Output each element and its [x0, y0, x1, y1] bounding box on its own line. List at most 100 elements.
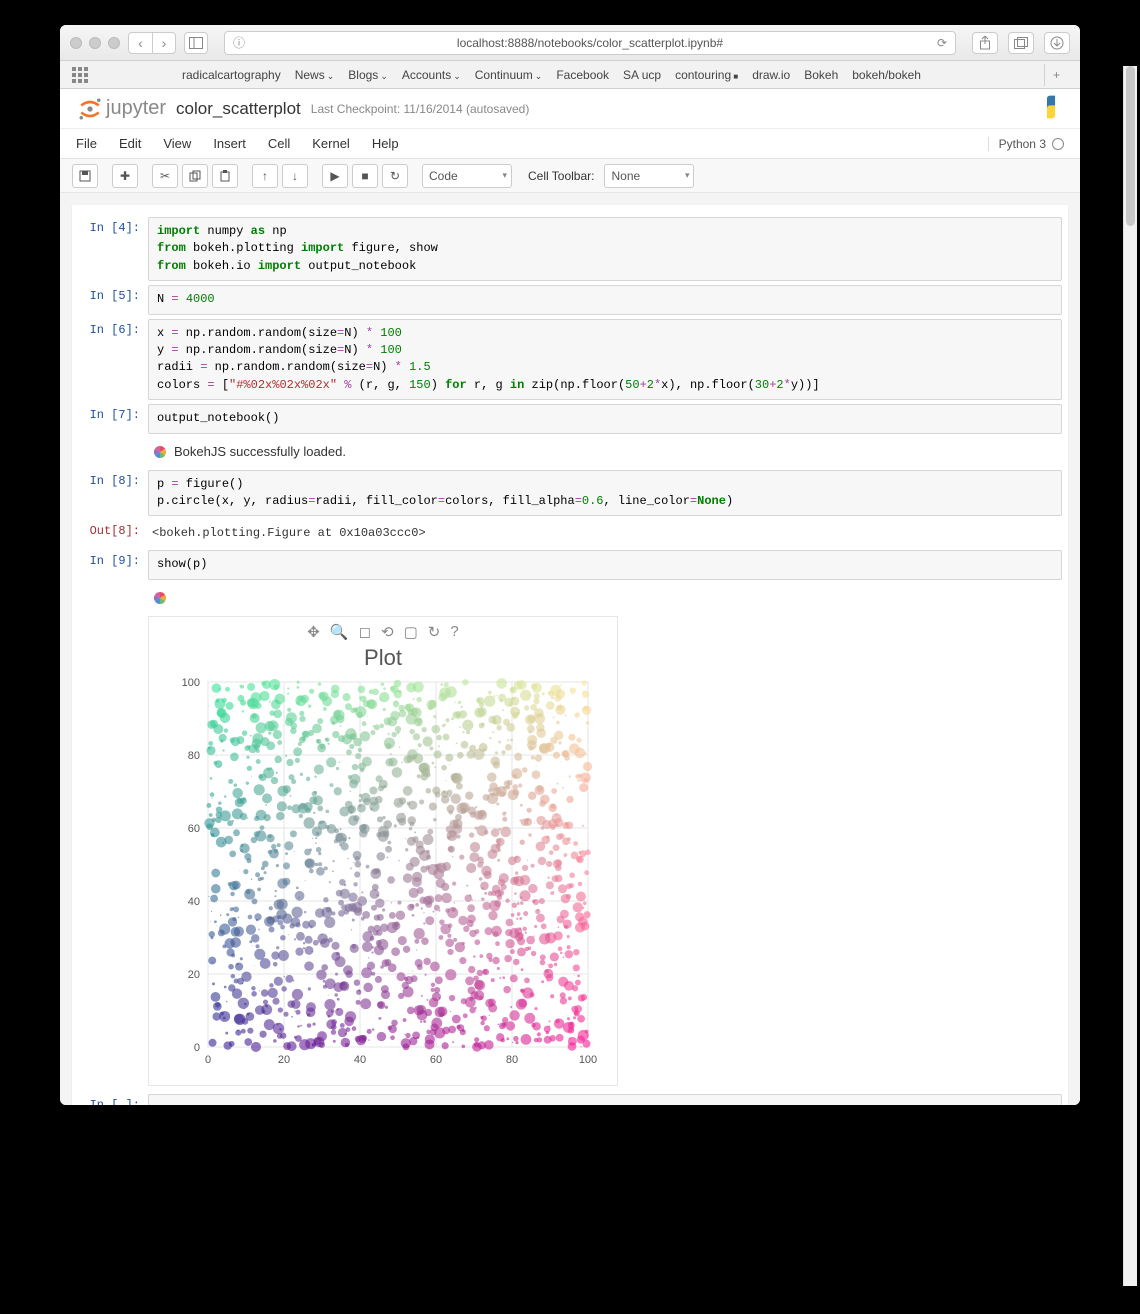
- nav-back-forward: ‹ ›: [128, 32, 176, 54]
- code-input[interactable]: output_notebook(): [148, 404, 1062, 433]
- cell[interactable]: In [9]:show(p): [78, 550, 1062, 579]
- in-prompt: In [9]:: [78, 550, 148, 579]
- menu-cell[interactable]: Cell: [268, 136, 290, 151]
- insert-cell-button[interactable]: ✚: [112, 164, 138, 188]
- svg-text:100: 100: [182, 677, 200, 689]
- forward-button[interactable]: ›: [152, 32, 176, 54]
- svg-text:60: 60: [430, 1054, 442, 1066]
- interrupt-button[interactable]: ■: [352, 164, 378, 188]
- jupyter-logo-text: jupyter: [106, 97, 166, 120]
- cell[interactable]: In [6]:x = np.random.random(size=N) * 10…: [78, 319, 1062, 401]
- svg-text:0: 0: [194, 1042, 200, 1054]
- jupyter-logo[interactable]: jupyter: [76, 95, 166, 123]
- tabs-icon[interactable]: [1008, 32, 1034, 54]
- celltoolbar-select[interactable]: None: [604, 164, 694, 188]
- bookmark-bokeh-bokeh[interactable]: bokeh/bokeh: [852, 68, 921, 82]
- code-input[interactable]: show(p): [148, 550, 1062, 579]
- url-bar[interactable]: ⓘ localhost:8888/notebooks/color_scatter…: [224, 31, 956, 55]
- bookmark-accounts[interactable]: Accounts⌄: [402, 68, 461, 82]
- wheel-zoom-icon[interactable]: ⟲: [381, 623, 394, 641]
- share-icon[interactable]: [972, 32, 998, 54]
- move-up-button[interactable]: ↑: [252, 164, 278, 188]
- apps-grid-icon[interactable]: [72, 67, 88, 83]
- cell[interactable]: In [8]:p = figure() p.circle(x, y, radiu…: [78, 470, 1062, 517]
- bokeh-plot[interactable]: ✥🔍◻⟲▢↻?Plot020406080100020406080100: [148, 616, 618, 1086]
- notebook-name[interactable]: color_scatterplot: [176, 99, 301, 119]
- zoom-window-icon[interactable]: [108, 37, 120, 49]
- menu-view[interactable]: View: [163, 136, 191, 151]
- downloads-icon[interactable]: [1044, 32, 1070, 54]
- bookmark-sa-ucp[interactable]: SA ucp: [623, 68, 661, 82]
- bokeh-load-badge: BokehJS successfully loaded.: [148, 438, 1062, 466]
- cell[interactable]: In [4]:import numpy as np from bokeh.plo…: [78, 217, 1062, 281]
- sidebar-toggle-icon[interactable]: [184, 32, 208, 54]
- bookmark-news[interactable]: News⌄: [295, 68, 335, 82]
- new-tab-button[interactable]: +: [1044, 64, 1068, 86]
- jupyter-header: jupyter color_scatterplot Last Checkpoin…: [60, 89, 1080, 129]
- save-icon[interactable]: ▢: [404, 623, 418, 641]
- checkpoint-text: Last Checkpoint: 11/16/2014 (autosaved): [311, 102, 530, 116]
- menu-kernel[interactable]: Kernel: [312, 136, 350, 151]
- save-button[interactable]: [72, 164, 98, 188]
- svg-text:80: 80: [506, 1054, 518, 1066]
- copy-button[interactable]: [182, 164, 208, 188]
- box-zoom-icon[interactable]: ◻: [359, 623, 371, 641]
- in-prompt: In [5]:: [78, 285, 148, 314]
- svg-text:20: 20: [278, 1054, 290, 1066]
- zoom-icon[interactable]: 🔍: [330, 623, 349, 641]
- code-input[interactable]: p = figure() p.circle(x, y, radius=radii…: [148, 470, 1062, 517]
- menu-insert[interactable]: Insert: [213, 136, 246, 151]
- menu-help[interactable]: Help: [372, 136, 399, 151]
- bookmark-continuum[interactable]: Continuum⌄: [475, 68, 543, 82]
- cell-output: <bokeh.plotting.Figure at 0x10a03ccc0>: [148, 520, 1062, 546]
- back-button[interactable]: ‹: [128, 32, 152, 54]
- window-titlebar: ‹ › ⓘ localhost:8888/notebooks/color_sca…: [60, 25, 1080, 61]
- bookmark-radicalcartography[interactable]: radicalcartography: [182, 68, 281, 82]
- cut-button[interactable]: ✂: [152, 164, 178, 188]
- plot-toolbar: ✥ 🔍 ◻ ⟲ ▢ ↻?: [149, 617, 617, 643]
- code-input[interactable]: [148, 1094, 1062, 1105]
- in-prompt: In [ ]:: [78, 1094, 148, 1105]
- cell[interactable]: In [5]:N = 4000: [78, 285, 1062, 314]
- bokeh-logo-icon: [148, 584, 1062, 612]
- reset-icon[interactable]: ↻: [428, 623, 441, 641]
- menu-bar: File Edit View Insert Cell Kernel Help Python …: [60, 129, 1080, 159]
- bookmark-facebook[interactable]: Facebook: [556, 68, 609, 82]
- bookmark-contouring[interactable]: contouring ■: [675, 68, 738, 82]
- svg-text:60: 60: [188, 823, 200, 835]
- menu-file[interactable]: File: [76, 136, 97, 151]
- code-input[interactable]: x = np.random.random(size=N) * 100 y = n…: [148, 319, 1062, 401]
- menu-edit[interactable]: Edit: [119, 136, 141, 151]
- cell[interactable]: In [7]:output_notebook(): [78, 404, 1062, 433]
- svg-text:80: 80: [188, 750, 200, 762]
- traffic-lights: [70, 37, 120, 49]
- run-button[interactable]: ▶: [322, 164, 348, 188]
- cell[interactable]: In [ ]:: [78, 1094, 1062, 1105]
- notebook-area[interactable]: In [4]:import numpy as np from bokeh.plo…: [60, 193, 1080, 1105]
- bokeh-logo-icon: [152, 444, 168, 460]
- in-prompt: In [6]:: [78, 319, 148, 401]
- pan-icon[interactable]: ✥: [307, 623, 320, 641]
- close-window-icon[interactable]: [70, 37, 82, 49]
- browser-window: ‹ › ⓘ localhost:8888/notebooks/color_sca…: [60, 25, 1080, 1105]
- svg-text:40: 40: [354, 1054, 366, 1066]
- bookmark-draw-io[interactable]: draw.io: [752, 68, 790, 82]
- svg-text:0: 0: [205, 1054, 211, 1066]
- help-icon[interactable]: ?: [450, 623, 458, 641]
- restart-button[interactable]: ↻: [382, 164, 408, 188]
- reload-icon[interactable]: ⟳: [937, 36, 947, 50]
- site-info-icon[interactable]: ⓘ: [233, 34, 245, 51]
- code-input[interactable]: N = 4000: [148, 285, 1062, 314]
- plot-title: Plot: [149, 643, 617, 677]
- url-text: localhost:8888/notebooks/color_scatterpl…: [457, 36, 723, 50]
- bookmark-bokeh[interactable]: Bokeh: [804, 68, 838, 82]
- code-input[interactable]: import numpy as np from bokeh.plotting i…: [148, 217, 1062, 281]
- svg-text:20: 20: [188, 969, 200, 981]
- celltype-select[interactable]: Code: [422, 164, 512, 188]
- kernel-indicator[interactable]: Python 3: [988, 137, 1064, 151]
- svg-text:40: 40: [188, 896, 200, 908]
- bookmark-blogs[interactable]: Blogs⌄: [348, 68, 388, 82]
- move-down-button[interactable]: ↓: [282, 164, 308, 188]
- minimize-window-icon[interactable]: [89, 37, 101, 49]
- paste-button[interactable]: [212, 164, 238, 188]
